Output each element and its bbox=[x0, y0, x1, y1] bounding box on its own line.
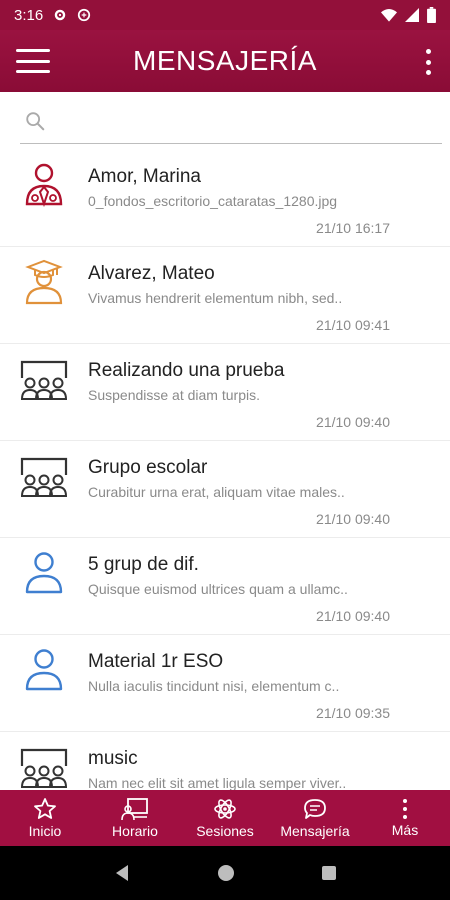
app-bar: MENSAJERÍA bbox=[0, 30, 450, 92]
conversation-item[interactable]: Alvarez, Mateo Vivamus hendrerit element… bbox=[0, 247, 450, 344]
status-bar: 3:16 bbox=[0, 0, 450, 30]
conversation-item[interactable]: Grupo escolar Curabitur urna erat, aliqu… bbox=[0, 441, 450, 538]
conversation-name: 5 grup de dif. bbox=[88, 554, 199, 575]
battery-icon bbox=[427, 7, 436, 23]
conversation-item[interactable]: Realizando una prueba Suspendisse at dia… bbox=[0, 344, 450, 441]
conversation-content: Amor, Marina 0_fondos_escritorio_catarat… bbox=[0, 92, 450, 790]
hamburger-menu-icon[interactable] bbox=[16, 46, 50, 76]
nav-tab-label: Más bbox=[391, 822, 419, 838]
settings-icon bbox=[54, 9, 66, 21]
conversation-preview: Suspendisse at diam turpis. bbox=[88, 387, 260, 403]
recents-icon[interactable] bbox=[320, 864, 338, 882]
page-title: MENSAJERÍA bbox=[133, 45, 317, 76]
more-vertical-icon bbox=[403, 799, 407, 819]
home-icon[interactable] bbox=[216, 863, 236, 883]
conversation-item[interactable]: Material 1r ESO Nulla iaculis tincidunt … bbox=[0, 635, 450, 732]
conversation-preview: Curabitur urna erat, aliquam vitae males… bbox=[88, 484, 345, 500]
conversation-item[interactable]: music Nam nec elit sit amet ligula sempe… bbox=[0, 732, 450, 790]
conversation-name: Alvarez, Mateo bbox=[88, 263, 215, 284]
conversation-time: 21/10 09:40 bbox=[316, 414, 390, 430]
wifi-icon bbox=[381, 9, 397, 22]
conversation-preview: Nam nec elit sit amet ligula semper vive… bbox=[88, 775, 347, 790]
conversation-name: Amor, Marina bbox=[88, 166, 201, 187]
conversation-time: 21/10 09:40 bbox=[316, 608, 390, 624]
conversation-item[interactable]: Amor, Marina 0_fondos_escritorio_catarat… bbox=[0, 150, 450, 247]
user-icon bbox=[25, 552, 63, 594]
conversation-preview: Quisque euismod ultrices quam a ullamc.. bbox=[88, 581, 348, 597]
overflow-menu-icon[interactable] bbox=[424, 49, 432, 75]
back-icon[interactable] bbox=[112, 863, 132, 883]
conversation-preview: Nulla iaculis tincidunt nisi, elementum … bbox=[88, 678, 340, 694]
conversation-list: Amor, Marina 0_fondos_escritorio_catarat… bbox=[0, 150, 450, 790]
nav-tab-label: Horario bbox=[112, 823, 158, 839]
chat-icon bbox=[304, 799, 326, 819]
conversation-time: 21/10 09:35 bbox=[316, 705, 390, 721]
conversation-time: 21/10 16:17 bbox=[316, 220, 390, 236]
nav-tab-label: Inicio bbox=[28, 823, 62, 839]
status-time: 3:16 bbox=[14, 6, 44, 24]
nav-tab-label: Mensajería bbox=[280, 823, 350, 839]
system-navigation-bar bbox=[0, 846, 450, 900]
bottom-navigation: Inicio Horario Sesiones Mensajería Más bbox=[0, 790, 450, 846]
group-icon bbox=[20, 457, 68, 497]
conversation-name: Realizando una prueba bbox=[88, 360, 285, 381]
conversation-name: Grupo escolar bbox=[88, 457, 208, 478]
atom-icon bbox=[214, 799, 236, 819]
search-icon bbox=[26, 112, 45, 131]
conversation-preview: Vivamus hendrerit elementum nibh, sed.. bbox=[88, 290, 343, 306]
conversation-item[interactable]: 5 grup de dif. Quisque euismod ultrices … bbox=[0, 538, 450, 635]
star-icon bbox=[34, 798, 56, 819]
schedule-icon bbox=[121, 798, 148, 821]
user-icon bbox=[25, 649, 63, 691]
nav-tab-mas[interactable]: Más bbox=[360, 790, 450, 846]
conversation-name: music bbox=[88, 748, 138, 769]
search-bar bbox=[0, 92, 450, 150]
conversation-time: 21/10 09:40 bbox=[316, 511, 390, 527]
nav-tab-horario[interactable]: Horario bbox=[90, 790, 180, 846]
data-saver-icon bbox=[78, 8, 91, 22]
group-icon bbox=[20, 360, 68, 400]
signal-icon bbox=[405, 8, 419, 22]
teacher-icon bbox=[25, 163, 63, 208]
nav-tab-mensajeria[interactable]: Mensajería bbox=[270, 790, 360, 846]
nav-tab-sesiones[interactable]: Sesiones bbox=[180, 790, 270, 846]
nav-tab-inicio[interactable]: Inicio bbox=[0, 790, 90, 846]
conversation-time: 21/10 09:41 bbox=[316, 317, 390, 333]
conversation-name: Material 1r ESO bbox=[88, 651, 224, 672]
nav-tab-label: Sesiones bbox=[196, 823, 254, 839]
group-icon bbox=[20, 748, 68, 788]
conversation-preview: 0_fondos_escritorio_cataratas_1280.jpg bbox=[88, 193, 338, 209]
student-icon bbox=[25, 259, 63, 305]
search-input[interactable] bbox=[60, 112, 426, 130]
